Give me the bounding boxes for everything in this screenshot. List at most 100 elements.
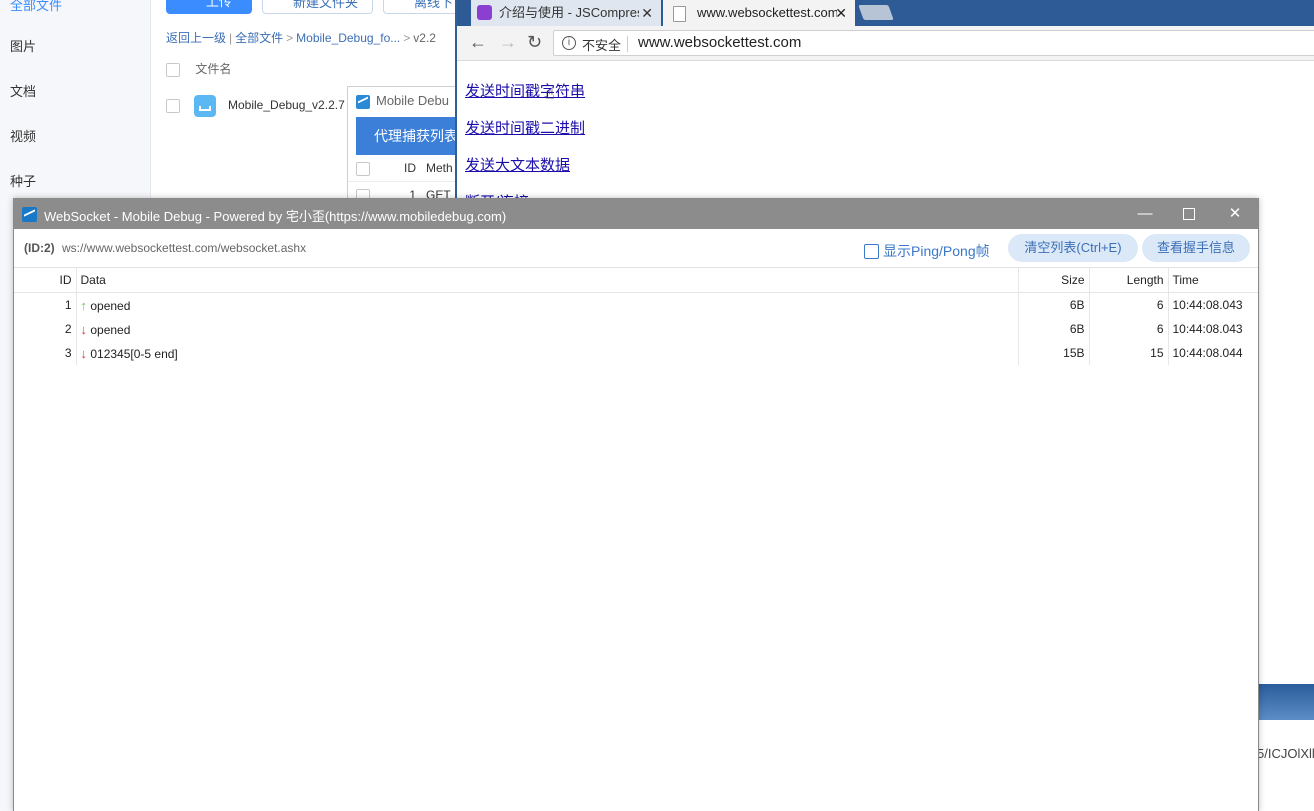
frame-size: 6B (1017, 292, 1089, 317)
mobile-debug-logo-icon (22, 207, 37, 222)
frame-id: 2 (64, 322, 72, 336)
received-arrow-icon: ↓ (80, 321, 88, 337)
breadcrumb-folder[interactable]: Mobile_Debug_fo... (296, 31, 400, 45)
checkbox-icon[interactable] (864, 243, 879, 259)
id-column-header[interactable]: ID (14, 268, 76, 293)
browser-tab-title: 介绍与使用 - JSCompress (499, 5, 639, 20)
omnibox-divider (627, 36, 628, 52)
browser-tab-websockettest[interactable]: www.websockettest.com ✕ (663, 0, 855, 26)
breadcrumb-all-files[interactable]: 全部文件 (235, 31, 283, 45)
frame-data: ↓ opened (75, 317, 1018, 341)
security-indicator[interactable]: 不安全 (582, 35, 621, 54)
new-tab-button[interactable] (858, 5, 894, 20)
taskbar-thumbnail (1257, 684, 1314, 720)
table-row[interactable]: 2 ↓ opened 6B 6 10:44:08.043 (14, 317, 1258, 341)
breadcrumb-back[interactable]: 返回上一级 (166, 31, 226, 45)
file-row[interactable]: Mobile_Debug_v2.2.7 (166, 95, 345, 117)
sent-arrow-icon: ↑ (80, 297, 88, 313)
frame-data-text: opened (90, 322, 131, 337)
offline-download-label: 离线下 (414, 0, 454, 10)
forward-arrow-icon[interactable]: → (499, 32, 517, 53)
frame-id: 3 (64, 346, 72, 360)
show-ping-pong-label: 显示Ping/Pong帧 (883, 243, 990, 259)
file-row-checkbox[interactable] (166, 99, 180, 113)
mobile-debug-titlebar[interactable]: Mobile Debu (348, 87, 460, 115)
file-list-header: 文件名 (166, 60, 231, 77)
websocket-titlebar[interactable]: WebSocket - Mobile Debug - Powered by 宅小… (14, 199, 1258, 229)
upload-label: 上传 (206, 0, 233, 9)
frame-data-text: 012345[0-5 end] (90, 346, 178, 361)
address-bar[interactable]: i 不安全 www.websockettest.com (553, 30, 1314, 56)
frame-length: 6 (1088, 317, 1168, 341)
mobile-debug-title: Mobile Debu (376, 93, 449, 108)
frame-data-text: opened (90, 298, 131, 313)
capture-id-header: ID (404, 161, 416, 175)
sidebar-item-videos[interactable]: 视频 (10, 126, 36, 145)
status-text: 5/ICJOlXll (1257, 746, 1314, 761)
breadcrumb-current: v2.2 (413, 31, 436, 45)
length-column-header[interactable]: Length (1088, 268, 1168, 293)
maximize-icon[interactable] (1166, 199, 1212, 229)
window-title: WebSocket - Mobile Debug - Powered by 宅小… (44, 209, 507, 224)
proxy-capture-tab[interactable]: 代理捕获列表 (356, 117, 460, 155)
close-tab-icon[interactable]: ✕ (835, 0, 847, 26)
time-column-header[interactable]: Time (1167, 268, 1258, 293)
connection-id: (ID:2) (24, 241, 55, 255)
new-folder-button[interactable]: 新建文件夹 (262, 0, 373, 14)
close-tab-icon[interactable]: ✕ (641, 0, 653, 26)
file-name-column-label: 文件名 (195, 62, 232, 76)
size-column-header[interactable]: Size (1017, 268, 1089, 293)
minimize-icon[interactable]: — (1122, 199, 1168, 229)
websocket-window: WebSocket - Mobile Debug - Powered by 宅小… (13, 198, 1259, 811)
frame-size: 15B (1017, 341, 1089, 365)
browser-tab-title: www.websockettest.com (697, 5, 837, 20)
tab-strip: 介绍与使用 - JSCompress ✕ www.websockettest.c… (457, 0, 1314, 26)
frame-time: 10:44:08.044 (1167, 341, 1258, 365)
frame-data: ↑ opened (75, 292, 1018, 317)
table-row[interactable]: 1 ↑ opened 6B 6 10:44:08.043 (14, 292, 1258, 317)
hand-cursor-icon: ☝ (545, 86, 555, 103)
clear-list-button[interactable]: 清空列表(Ctrl+E) (1008, 234, 1138, 262)
sidebar-item-documents[interactable]: 文档 (10, 81, 36, 100)
breadcrumb: 返回上一级 | 全部文件 > Mobile_Debug_fo... > v2.2 (166, 31, 436, 45)
browser-toolbar: ← → ↻ i 不安全 www.websockettest.com (457, 26, 1314, 61)
sidebar-item-torrents[interactable]: 种子 (10, 171, 36, 190)
websocket-url: ws://www.websockettest.com/websocket.ash… (62, 241, 307, 255)
close-icon[interactable]: ✕ (1212, 199, 1258, 229)
frames-table-header: ID Data Size Length Time (14, 268, 1258, 293)
jscompress-favicon-icon (477, 5, 492, 20)
new-folder-label: 新建文件夹 (293, 0, 359, 10)
capture-grid-header: ID Meth (348, 155, 460, 182)
capture-method-header: Meth (426, 161, 453, 175)
send-large-text-link[interactable]: 发送大文本数据 (465, 154, 570, 175)
frames-table: ID Data Size Length Time 1 ↑ opened 6B 6… (14, 268, 1258, 365)
send-timestamp-string-link[interactable]: 发送时间戳字符串 (465, 80, 585, 101)
send-timestamp-binary-link[interactable]: 发送时间戳二进制 (465, 117, 585, 138)
mobile-debug-logo-icon (356, 94, 370, 109)
frame-length: 6 (1088, 292, 1168, 317)
frame-id: 1 (64, 298, 72, 312)
mobile-debug-main-window: Mobile Debu 代理捕获列表 ID Meth 1 GET (347, 86, 461, 208)
frame-length: 15 (1088, 341, 1168, 365)
reload-icon[interactable]: ↻ (527, 32, 542, 53)
sidebar-item-images[interactable]: 图片 (10, 36, 36, 55)
data-column-header[interactable]: Data (75, 268, 1018, 293)
back-arrow-icon[interactable]: ← (469, 32, 487, 53)
table-row[interactable]: 3 ↓ 012345[0-5 end] 15B 15 10:44:08.044 (14, 341, 1258, 365)
upload-button[interactable]: 上传 (166, 0, 252, 14)
received-arrow-icon: ↓ (80, 345, 88, 361)
capture-select-all-checkbox[interactable] (356, 161, 370, 176)
show-ping-pong-checkbox[interactable]: 显示Ping/Pong帧 (864, 241, 990, 261)
page-favicon-icon (673, 6, 686, 22)
file-name[interactable]: Mobile_Debug_v2.2.7 (228, 98, 345, 112)
view-handshake-button[interactable]: 查看握手信息 (1142, 234, 1250, 262)
connection-info-bar: (ID:2) ws://www.websockettest.com/websoc… (14, 229, 1258, 268)
select-all-checkbox[interactable] (166, 62, 180, 77)
browser-tab-jscompress[interactable]: 介绍与使用 - JSCompress ✕ (471, 0, 661, 26)
frame-size: 6B (1017, 317, 1089, 341)
sidebar-item-all-files[interactable]: 全部文件 (10, 0, 62, 14)
frame-data: ↓ 012345[0-5 end] (75, 341, 1018, 365)
frame-time: 10:44:08.043 (1167, 292, 1258, 317)
info-icon[interactable]: i (562, 36, 576, 50)
url-text[interactable]: www.websockettest.com (638, 34, 801, 51)
